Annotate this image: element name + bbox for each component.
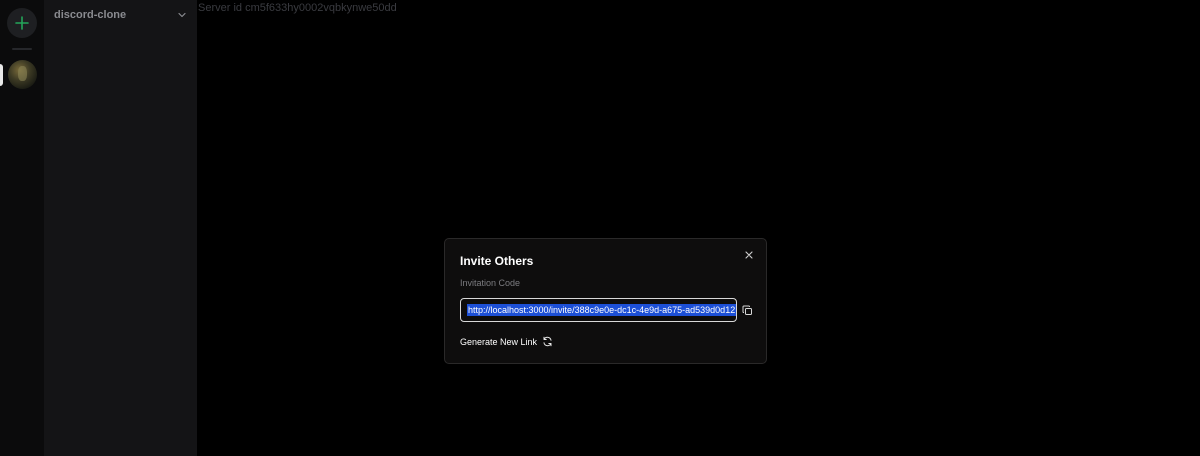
active-server-indicator (0, 64, 3, 86)
close-icon[interactable] (743, 249, 755, 261)
plus-icon (15, 16, 29, 30)
modal-title: Invite Others (460, 254, 534, 268)
server-header[interactable]: discord-clone (44, 0, 197, 30)
add-server-button[interactable] (7, 8, 37, 38)
server-id-text: Server id cm5f633hy0002vqbkynwe50dd (198, 2, 397, 14)
invitation-code-label: Invitation Code (460, 278, 521, 288)
copy-icon[interactable] (741, 304, 753, 316)
server-rail (0, 0, 44, 456)
generate-new-link-button[interactable]: Generate New Link (460, 336, 553, 347)
refresh-icon (543, 336, 552, 347)
server-avatar[interactable] (8, 60, 37, 89)
chevron-down-icon (177, 10, 187, 20)
invite-modal: Invite Others Invitation Code http://loc… (444, 238, 767, 364)
generate-new-link-label: Generate New Link (460, 336, 538, 347)
invite-link-input[interactable]: http://localhost:3000/invite/388c9e0e-dc… (460, 298, 737, 322)
channel-sidebar: discord-clone (44, 0, 197, 456)
invite-link-value: http://localhost:3000/invite/388c9e0e-dc… (467, 304, 736, 316)
rail-separator (12, 48, 32, 50)
server-name: discord-clone (54, 9, 127, 21)
